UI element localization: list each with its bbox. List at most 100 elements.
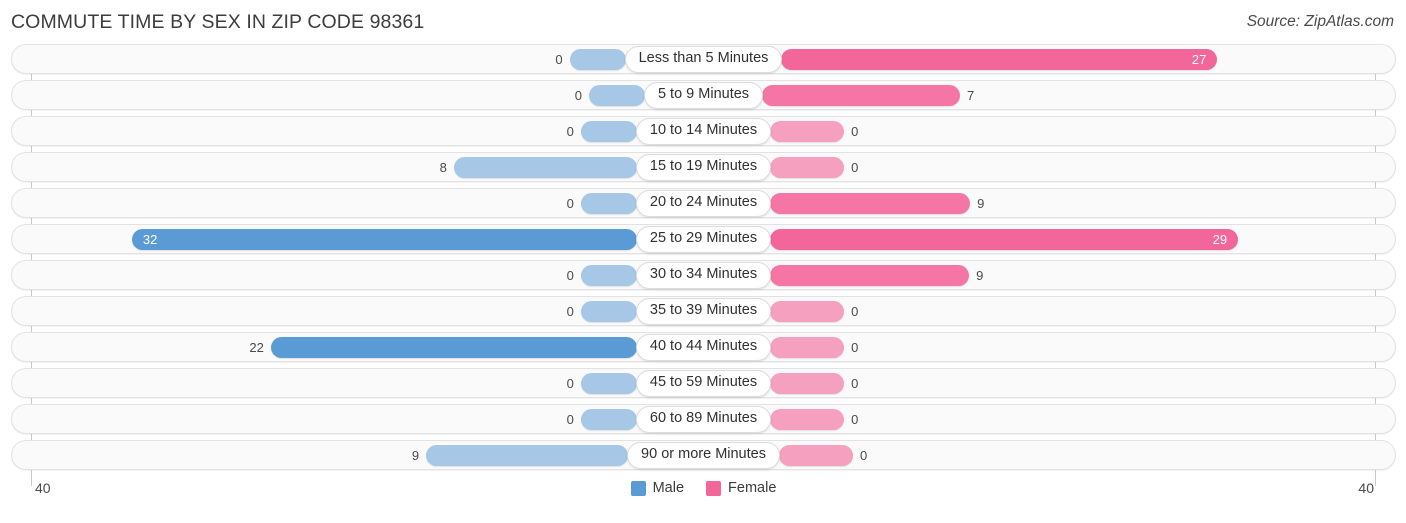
male-side: 0: [12, 45, 626, 73]
female-side: 7: [762, 81, 1395, 109]
male-bar[interactable]: [580, 192, 637, 214]
female-bar[interactable]: [770, 372, 845, 394]
table-row: 0 35 to 39 Minutes 0: [11, 296, 1396, 326]
female-value: 27: [1191, 51, 1207, 67]
male-value: 22: [249, 339, 264, 355]
female-bar[interactable]: [770, 408, 845, 430]
female-value: 0: [851, 339, 859, 355]
category-label: 35 to 39 Minutes: [635, 297, 772, 325]
legend-label: Male: [652, 480, 685, 496]
female-side: 9: [770, 261, 1395, 289]
row-content: 0 20 to 24 Minutes 9: [12, 189, 1395, 217]
category-label: Less than 5 Minutes: [624, 45, 783, 73]
row-content: 32 25 to 29 Minutes 29: [12, 225, 1395, 253]
male-bar[interactable]: [426, 444, 629, 466]
row-content: 0 45 to 59 Minutes 0: [12, 369, 1395, 397]
female-side: 0: [770, 117, 1395, 145]
legend-swatch-icon: [630, 480, 646, 496]
male-value: 0: [566, 123, 574, 139]
male-bar[interactable]: [569, 48, 626, 70]
table-row: 9 90 or more Minutes 0: [11, 440, 1396, 470]
category-label: 60 to 89 Minutes: [635, 405, 772, 433]
male-bar[interactable]: [270, 336, 637, 358]
female-value: 7: [967, 87, 975, 103]
female-value: 0: [851, 303, 859, 319]
table-row: 0 60 to 89 Minutes 0: [11, 404, 1396, 434]
male-side: 0: [12, 297, 637, 325]
male-value: 0: [566, 375, 574, 391]
category-label: 5 to 9 Minutes: [643, 81, 764, 109]
male-side: 8: [12, 153, 637, 181]
female-value: 0: [851, 375, 859, 391]
row-content: 0 60 to 89 Minutes 0: [12, 405, 1395, 433]
table-row: 0 5 to 9 Minutes 7: [11, 80, 1396, 110]
male-bar[interactable]: [453, 156, 637, 178]
category-label: 30 to 34 Minutes: [635, 261, 772, 289]
table-row: 32 25 to 29 Minutes 29: [11, 224, 1396, 254]
table-row: 22 40 to 44 Minutes 0: [11, 332, 1396, 362]
female-bar[interactable]: 27: [781, 48, 1218, 70]
row-content: 0 5 to 9 Minutes 7: [12, 81, 1395, 109]
male-bar[interactable]: 32: [131, 228, 637, 250]
female-side: 0: [770, 297, 1395, 325]
legend-swatch-icon: [706, 480, 722, 496]
female-bar[interactable]: [770, 264, 970, 286]
legend-item[interactable]: Male: [630, 480, 685, 496]
female-side: 9: [770, 189, 1395, 217]
male-bar[interactable]: [580, 372, 637, 394]
category-label: 45 to 59 Minutes: [635, 369, 772, 397]
male-side: 9: [12, 441, 629, 469]
male-side: 0: [12, 369, 637, 397]
row-content: 0 35 to 39 Minutes 0: [12, 297, 1395, 325]
female-bar[interactable]: 29: [770, 228, 1239, 250]
female-side: 0: [770, 333, 1395, 361]
male-bar[interactable]: [588, 84, 645, 106]
legend-label: Female: [728, 480, 777, 496]
category-label: 15 to 19 Minutes: [635, 153, 772, 181]
chart-legend: Male Female: [11, 480, 1396, 496]
male-side: 0: [12, 261, 637, 289]
female-side: 0: [770, 369, 1395, 397]
male-bar[interactable]: [580, 120, 637, 142]
male-value: 0: [566, 303, 574, 319]
female-side: 0: [770, 405, 1395, 433]
female-bar[interactable]: [770, 336, 845, 358]
female-value: 29: [1212, 231, 1228, 247]
chart-footer: 40 40 Male Female: [11, 476, 1396, 512]
female-value: 0: [859, 447, 868, 463]
male-value: 9: [411, 447, 420, 463]
female-value: 9: [977, 195, 985, 211]
female-value: 0: [851, 159, 859, 175]
male-bar[interactable]: [580, 300, 637, 322]
table-row: 0 30 to 34 Minutes 9: [11, 260, 1396, 290]
male-value: 0: [566, 195, 574, 211]
female-bar[interactable]: [770, 300, 845, 322]
female-side: 0: [778, 441, 1395, 469]
chart-header: COMMUTE TIME BY SEX IN ZIP CODE 98361 So…: [0, 0, 1406, 44]
row-content: 9 90 or more Minutes 0: [12, 441, 1395, 469]
female-bar[interactable]: [762, 84, 961, 106]
male-value: 0: [574, 87, 582, 103]
female-side: 29: [770, 225, 1395, 253]
female-value: 0: [851, 123, 859, 139]
female-bar[interactable]: [770, 192, 971, 214]
female-bar[interactable]: [770, 120, 845, 142]
male-bar[interactable]: [580, 408, 637, 430]
female-bar[interactable]: [778, 444, 853, 466]
male-value: 0: [555, 51, 563, 67]
source-attribution: Source: ZipAtlas.com: [1246, 13, 1394, 30]
category-label: 20 to 24 Minutes: [635, 189, 772, 217]
category-label: 10 to 14 Minutes: [635, 117, 772, 145]
table-row: 0 45 to 59 Minutes 0: [11, 368, 1396, 398]
chart-plot-area: 0 Less than 5 Minutes 27 0 5 to 9 Minutes 7 0 1…: [11, 44, 1396, 486]
female-side: 27: [781, 45, 1395, 73]
row-content: 0 10 to 14 Minutes 0: [12, 117, 1395, 145]
male-bar[interactable]: [580, 264, 637, 286]
male-value: 8: [439, 159, 447, 175]
table-row: 0 20 to 24 Minutes 9: [11, 188, 1396, 218]
row-content: 22 40 to 44 Minutes 0: [12, 333, 1395, 361]
female-bar[interactable]: [770, 156, 845, 178]
row-content: 8 15 to 19 Minutes 0: [12, 153, 1395, 181]
category-label: 25 to 29 Minutes: [635, 225, 772, 253]
legend-item[interactable]: Female: [706, 480, 776, 496]
